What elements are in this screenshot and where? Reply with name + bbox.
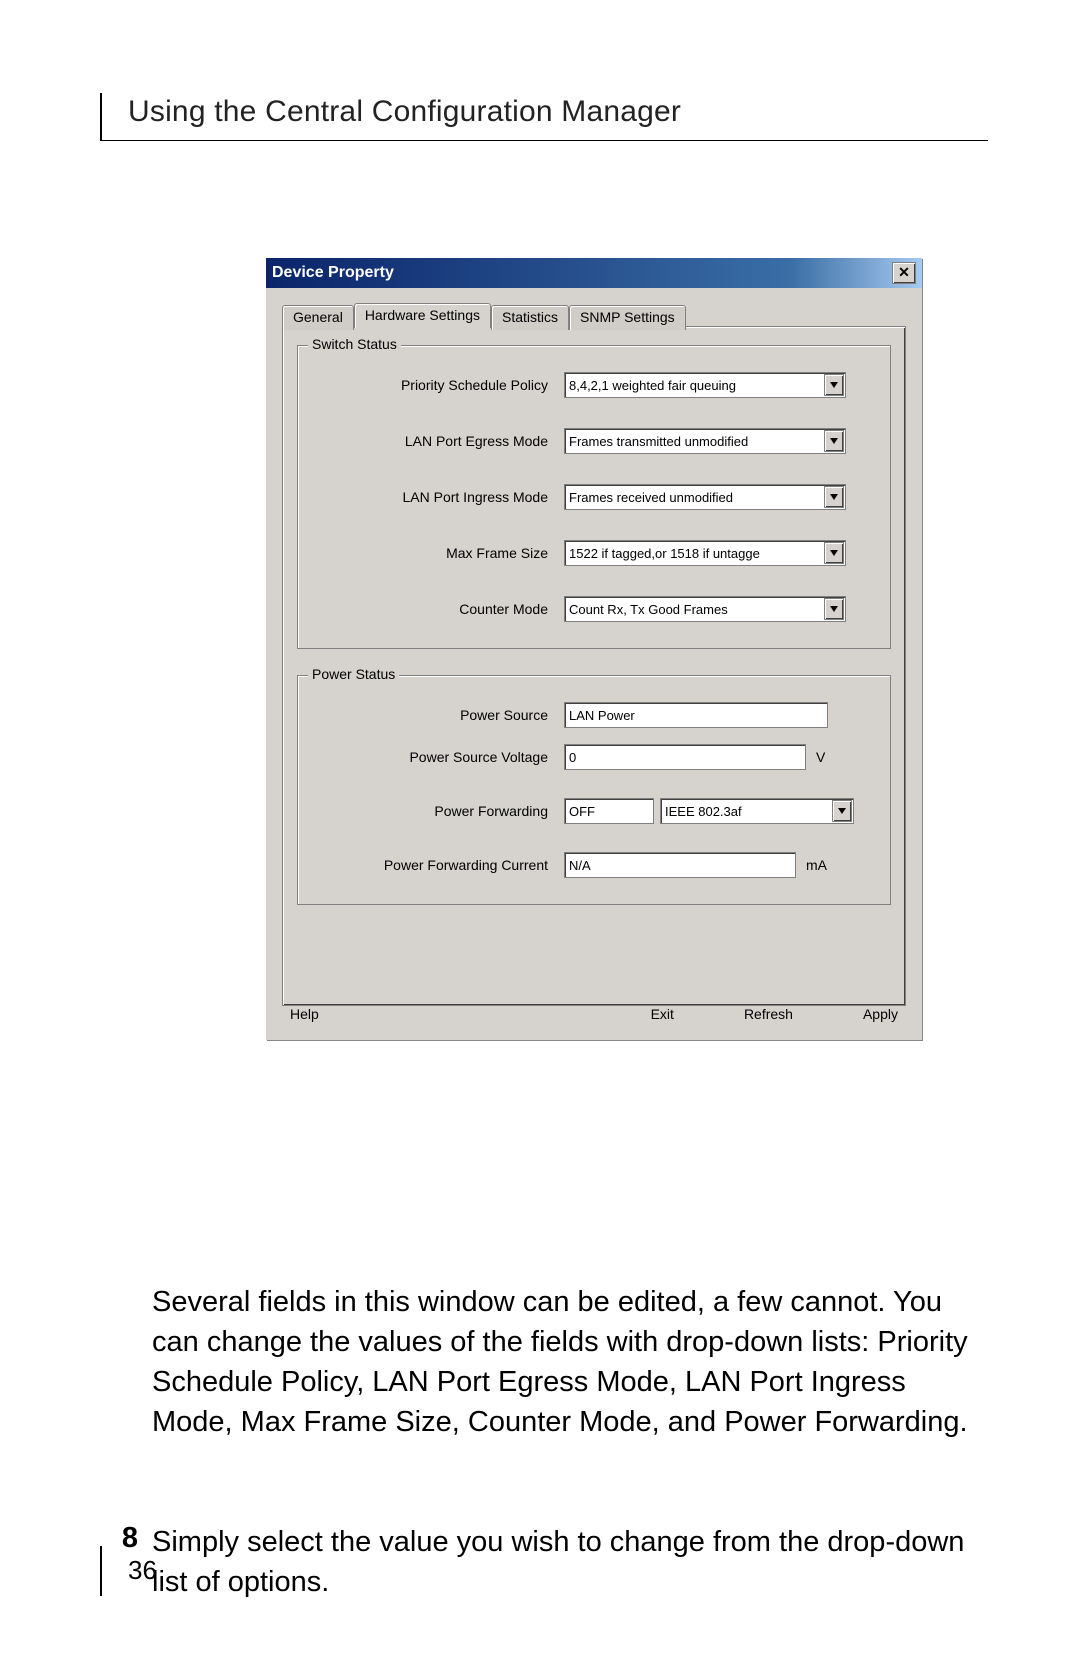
maxframe-dropdown[interactable]: 1522 if tagged,or 1518 if untagge	[564, 540, 846, 566]
dialog-title: Device Property	[272, 264, 394, 282]
tab-snmp-settings[interactable]: SNMP Settings	[569, 305, 686, 330]
power-source-field: LAN Power	[564, 702, 828, 728]
apply-button[interactable]: Apply	[863, 1006, 898, 1022]
page-header: Using the Central Configuration Manager	[128, 95, 681, 129]
header-rule	[100, 93, 102, 141]
priority-dropdown[interactable]: 8,4,2,1 weighted fair queuing	[564, 372, 846, 398]
device-property-dialog: Device Property ✕ General Hardware Setti…	[266, 258, 922, 1040]
chevron-down-icon[interactable]	[824, 598, 844, 620]
tab-bar: General Hardware Settings Statistics SNM…	[282, 302, 906, 327]
tab-statistics[interactable]: Statistics	[491, 305, 569, 330]
ingress-dropdown[interactable]: Frames received unmodified	[564, 484, 846, 510]
step-text: Simply select the value you wish to chan…	[152, 1522, 988, 1602]
egress-label: LAN Port Egress Mode	[312, 433, 564, 449]
forwarding-state-value: OFF	[569, 804, 595, 819]
power-status-legend: Power Status	[308, 666, 399, 682]
maxframe-value: 1522 if tagged,or 1518 if untagge	[569, 546, 760, 561]
forwarding-label: Power Forwarding	[312, 803, 564, 819]
header-underline	[100, 140, 988, 141]
forwarding-standard-value: IEEE 802.3af	[665, 804, 742, 819]
switch-status-group: Switch Status Priority Schedule Policy 8…	[297, 345, 891, 649]
counter-dropdown[interactable]: Count Rx, Tx Good Frames	[564, 596, 846, 622]
egress-dropdown[interactable]: Frames transmitted unmodified	[564, 428, 846, 454]
refresh-button[interactable]: Refresh	[744, 1006, 793, 1022]
ingress-value: Frames received unmodified	[569, 490, 733, 505]
step-row: 8 Simply select the value you wish to ch…	[108, 1522, 988, 1602]
dialog-button-row: Help Exit Refresh Apply	[282, 1006, 906, 1030]
chevron-down-icon[interactable]	[824, 542, 844, 564]
current-label: Power Forwarding Current	[312, 857, 564, 873]
help-button[interactable]: Help	[290, 1006, 319, 1022]
power-source-label: Power Source	[312, 707, 564, 723]
voltage-value: 0	[569, 750, 576, 765]
chevron-down-icon[interactable]	[824, 374, 844, 396]
forwarding-dropdown[interactable]: IEEE 802.3af	[660, 798, 854, 824]
chevron-down-icon[interactable]	[824, 486, 844, 508]
counter-value: Count Rx, Tx Good Frames	[569, 602, 728, 617]
current-unit: mA	[806, 857, 827, 873]
chevron-down-icon[interactable]	[832, 800, 852, 822]
voltage-unit: V	[816, 749, 825, 765]
priority-value: 8,4,2,1 weighted fair queuing	[569, 378, 736, 393]
current-value: N/A	[569, 858, 591, 873]
footer-rule	[100, 1546, 102, 1596]
tab-panel: Switch Status Priority Schedule Policy 8…	[282, 326, 906, 1006]
voltage-label: Power Source Voltage	[312, 749, 564, 765]
voltage-field: 0	[564, 744, 806, 770]
dialog-titlebar[interactable]: Device Property ✕	[266, 258, 922, 288]
tab-hardware-settings[interactable]: Hardware Settings	[354, 303, 491, 328]
close-icon[interactable]: ✕	[892, 262, 916, 284]
egress-value: Frames transmitted unmodified	[569, 434, 748, 449]
forwarding-state-field: OFF	[564, 798, 654, 824]
current-field: N/A	[564, 852, 796, 878]
page-number: 36	[128, 1555, 157, 1586]
counter-label: Counter Mode	[312, 601, 564, 617]
power-source-value: LAN Power	[569, 708, 635, 723]
body-paragraph: Several fields in this window can be edi…	[152, 1282, 982, 1442]
maxframe-label: Max Frame Size	[312, 545, 564, 561]
exit-button[interactable]: Exit	[651, 1006, 674, 1022]
priority-label: Priority Schedule Policy	[312, 377, 564, 393]
switch-status-legend: Switch Status	[308, 336, 401, 352]
tab-general[interactable]: General	[282, 305, 354, 330]
chevron-down-icon[interactable]	[824, 430, 844, 452]
power-status-group: Power Status Power Source LAN Power Powe…	[297, 675, 891, 905]
ingress-label: LAN Port Ingress Mode	[312, 489, 564, 505]
